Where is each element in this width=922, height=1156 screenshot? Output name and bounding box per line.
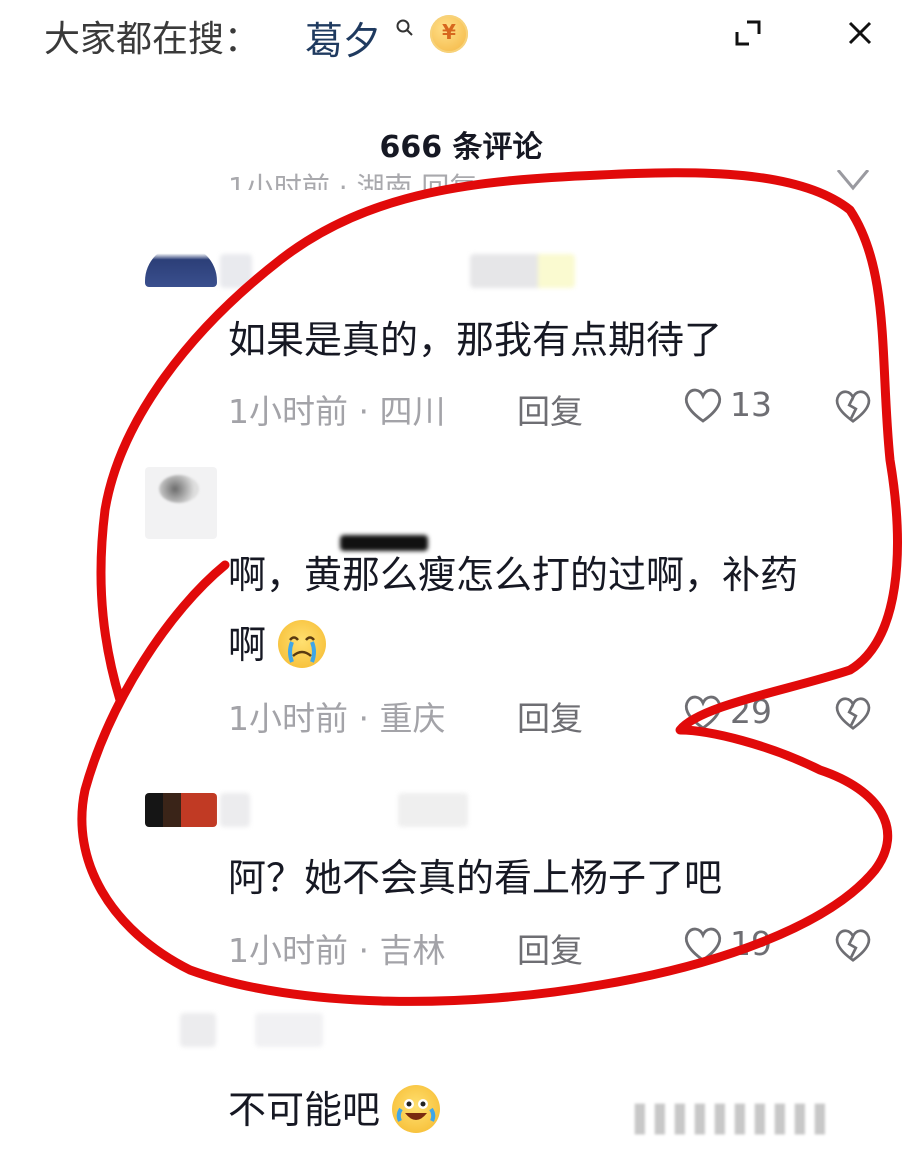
heart-icon — [684, 388, 722, 423]
search-mini-icon — [396, 19, 413, 36]
like-count: 29 — [730, 692, 772, 731]
meta-dot: · — [358, 392, 380, 431]
watermark: ▌▌▌▌▌▌▌▌▌▌ — [635, 1105, 835, 1135]
search-term-link[interactable]: 葛夕 — [305, 10, 381, 65]
like-count: 19 — [730, 924, 772, 963]
comment-time: 1小时前 — [228, 699, 348, 738]
comment-meta: 1小时前 · 四川 — [228, 385, 445, 433]
avatar[interactable] — [180, 1013, 216, 1047]
crying-emoji — [278, 619, 327, 668]
search-prefix: 大家都在搜： — [44, 19, 261, 60]
comment-location: 四川 — [379, 392, 446, 431]
comment-text: 阿？她不会真的看上杨子了吧 — [228, 856, 723, 900]
comment-text-content: 不可能吧 — [228, 1088, 381, 1132]
comment-text: 不可能吧 — [228, 1080, 441, 1140]
comment-location: 重庆 — [379, 699, 446, 738]
reply-button[interactable]: 回复 — [517, 385, 583, 433]
author-badge-blurred — [398, 793, 468, 827]
username-blurred[interactable] — [220, 254, 252, 288]
broken-heart-icon[interactable] — [833, 386, 873, 426]
heart-icon — [684, 695, 722, 730]
reply-button[interactable]: 回复 — [517, 692, 583, 740]
like-count: 13 — [730, 385, 772, 424]
avatar[interactable] — [145, 793, 217, 827]
comment-meta: 1小时前 · 重庆 — [228, 692, 445, 740]
laughing-emoji — [392, 1084, 441, 1133]
broken-heart-icon[interactable] — [835, 170, 871, 192]
comment-text-line1: 啊，黄那么瘦怎么打的过啊，补药 — [228, 553, 799, 597]
comment-location: 吉林 — [379, 931, 446, 970]
avatar[interactable] — [145, 245, 217, 287]
previous-comment-meta: 1小时前 · 湖南 回复 — [228, 171, 478, 190]
avatar[interactable] — [145, 467, 217, 539]
coin-icon[interactable]: ¥ — [430, 15, 468, 53]
comment-time: 1小时前 — [228, 392, 348, 431]
comment-text-line2: 啊 — [228, 615, 327, 675]
heart-icon — [684, 927, 722, 962]
like-button[interactable]: 29 — [682, 692, 772, 731]
username-blurred[interactable] — [255, 1013, 323, 1047]
close-icon[interactable] — [845, 18, 875, 48]
comment-time: 1小时前 — [228, 931, 348, 970]
meta-dot: · — [358, 931, 380, 970]
author-badge-blurred — [470, 254, 575, 288]
coin-symbol: ¥ — [442, 20, 456, 44]
expand-icon[interactable] — [733, 18, 763, 48]
like-button[interactable]: 19 — [682, 924, 772, 963]
broken-heart-icon[interactable] — [833, 925, 873, 965]
comment-text-line2-text: 啊 — [228, 623, 267, 667]
comment-count-title: 666 条评论 — [379, 130, 543, 165]
like-button[interactable]: 13 — [682, 385, 772, 424]
comment-meta: 1小时前 · 吉林 — [228, 924, 445, 972]
comment-text: 如果是真的，那我有点期待了 — [228, 318, 723, 362]
username-blurred[interactable] — [220, 793, 250, 827]
broken-heart-icon[interactable] — [833, 693, 873, 733]
reply-button[interactable]: 回复 — [517, 924, 583, 972]
meta-dot: · — [358, 699, 380, 738]
